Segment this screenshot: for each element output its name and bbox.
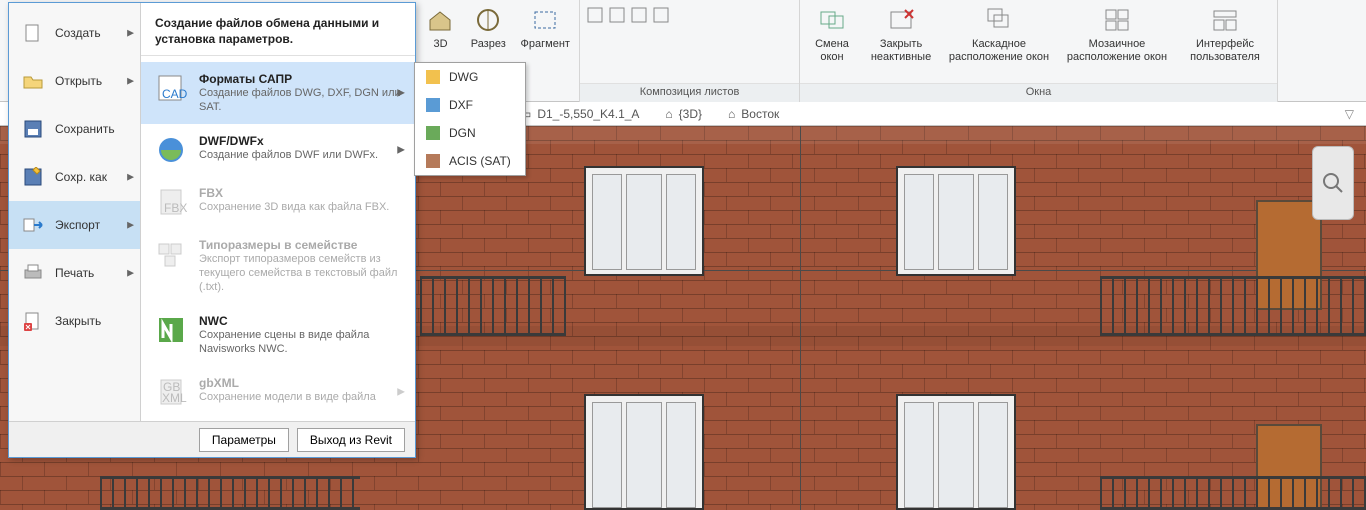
- appmenu-footer: Параметры Выход из Revit: [9, 421, 415, 457]
- export-fbx: FBX FBXСохранение 3D вида как файла FBX.: [141, 176, 415, 228]
- home-icon: ⌂: [728, 107, 735, 121]
- appmenu-create[interactable]: Создать▶: [9, 9, 140, 57]
- svg-text:CAD: CAD: [162, 87, 187, 101]
- save-as-icon: [21, 167, 45, 187]
- exit-revit-button[interactable]: Выход из Revit: [297, 428, 405, 452]
- view-tab[interactable]: ⌂Восток: [728, 107, 779, 121]
- svg-text:FBX: FBX: [164, 201, 187, 215]
- dwf-icon: [155, 134, 187, 166]
- small-tool-icon[interactable]: [652, 6, 670, 24]
- navigation-cube[interactable]: [1312, 146, 1354, 220]
- ui-button[interactable]: Интерфейс пользователя: [1180, 4, 1270, 64]
- submenu-dgn[interactable]: DGN: [415, 119, 525, 147]
- dwg-icon: [425, 69, 441, 85]
- save-icon: [21, 119, 45, 139]
- panel-title-windows: Окна: [800, 83, 1277, 102]
- appmenu-open[interactable]: Открыть▶: [9, 57, 140, 105]
- cascade-icon: [983, 4, 1015, 36]
- fbx-icon: FBX: [155, 186, 187, 218]
- export-nwc[interactable]: NWCСохранение сцены в виде файла Naviswo…: [141, 304, 415, 366]
- appmenu-export[interactable]: Экспорт▶: [9, 201, 140, 249]
- close-inactive-icon: [885, 4, 917, 36]
- small-tool-icon[interactable]: [608, 6, 626, 24]
- ui-icon: [1209, 4, 1241, 36]
- window-element: [896, 166, 1016, 276]
- appmenu-close[interactable]: Закрыть: [9, 297, 140, 345]
- view-tab-overflow[interactable]: ▽: [1345, 107, 1366, 121]
- balcony-rail: [420, 276, 566, 336]
- view-3d-button[interactable]: 3D: [422, 4, 459, 51]
- small-tool-icon[interactable]: [630, 6, 648, 24]
- export-cad-formats[interactable]: CAD Форматы САПРСоздание файлов DWG, DXF…: [141, 62, 415, 124]
- magnifier-icon: [1321, 171, 1345, 195]
- export-gbxml: GBXML gbXMLСохранение модели в виде файл…: [141, 366, 415, 418]
- export-icon: [21, 215, 45, 235]
- balcony-rail: [1100, 476, 1366, 510]
- submenu-acis[interactable]: ACIS (SAT): [415, 147, 525, 175]
- dgn-icon: [425, 125, 441, 141]
- family-types-icon: [155, 238, 187, 270]
- window-element: [896, 394, 1016, 510]
- switch-icon: [816, 4, 848, 36]
- options-button[interactable]: Параметры: [199, 428, 289, 452]
- submenu-dxf[interactable]: DXF: [415, 91, 525, 119]
- gbxml-icon: GBXML: [155, 376, 187, 408]
- appmenu-save[interactable]: Сохранить: [9, 105, 140, 153]
- section-button[interactable]: Разрез: [467, 4, 510, 51]
- section-icon: [472, 4, 504, 36]
- application-menu: Создать▶ Открыть▶ Сохранить Сохр. как▶ Э…: [8, 2, 416, 458]
- acis-icon: [425, 153, 441, 169]
- cascade-button[interactable]: Каскадное расположение окон: [944, 4, 1054, 64]
- window-element: [584, 166, 704, 276]
- ribbon-panel-sheets: Композиция листов: [580, 0, 800, 102]
- appmenu-print[interactable]: Печать▶: [9, 249, 140, 297]
- submenu-dwg[interactable]: DWG: [415, 63, 525, 91]
- export-family-types: Типоразмеры в семействеЭкспорт типоразме…: [141, 228, 415, 304]
- appmenu-header: Создание файлов обмена данными и установ…: [141, 3, 415, 56]
- tile-button[interactable]: Мозаичное расположение окон: [1062, 4, 1172, 64]
- home-icon: ⌂: [665, 107, 672, 121]
- nwc-icon: [155, 314, 187, 346]
- tile-icon: [1101, 4, 1133, 36]
- view-tab[interactable]: ▭D1_-5,550_K4.1_A: [520, 107, 639, 121]
- ribbon-panel-windows: Смена окон Закрыть неактивные Каскадное …: [800, 0, 1278, 102]
- switch-windows-button[interactable]: Смена окон: [806, 4, 858, 64]
- center-mark-vertical: [800, 126, 801, 510]
- folder-open-icon: [21, 71, 45, 91]
- window-element: [584, 394, 704, 510]
- svg-text:XML: XML: [162, 391, 187, 405]
- new-document-icon: [21, 23, 45, 43]
- callout-icon: [529, 4, 561, 36]
- print-icon: [21, 263, 45, 283]
- appmenu-detail: Создание файлов обмена данными и установ…: [141, 3, 415, 457]
- close-doc-icon: [21, 311, 45, 331]
- appmenu-saveas[interactable]: Сохр. как▶: [9, 153, 140, 201]
- cad-formats-submenu: DWG DXF DGN ACIS (SAT): [414, 62, 526, 176]
- export-dwf[interactable]: DWF/DWFxСоздание файлов DWF или DWFx. ▶: [141, 124, 415, 176]
- balcony-rail: [100, 476, 360, 510]
- view-tab[interactable]: ⌂{3D}: [665, 107, 702, 121]
- callout-button[interactable]: Фрагмент: [518, 4, 573, 51]
- close-inactive-button[interactable]: Закрыть неактивные: [866, 4, 936, 64]
- balcony-rail: [1100, 276, 1366, 336]
- house-3d-icon: [424, 4, 456, 36]
- small-tool-icon[interactable]: [586, 6, 604, 24]
- panel-title-sheets: Композиция листов: [580, 83, 799, 102]
- cad-icon: CAD: [155, 72, 187, 104]
- dxf-icon: [425, 97, 441, 113]
- appmenu-categories: Создать▶ Открыть▶ Сохранить Сохр. как▶ Э…: [9, 3, 141, 457]
